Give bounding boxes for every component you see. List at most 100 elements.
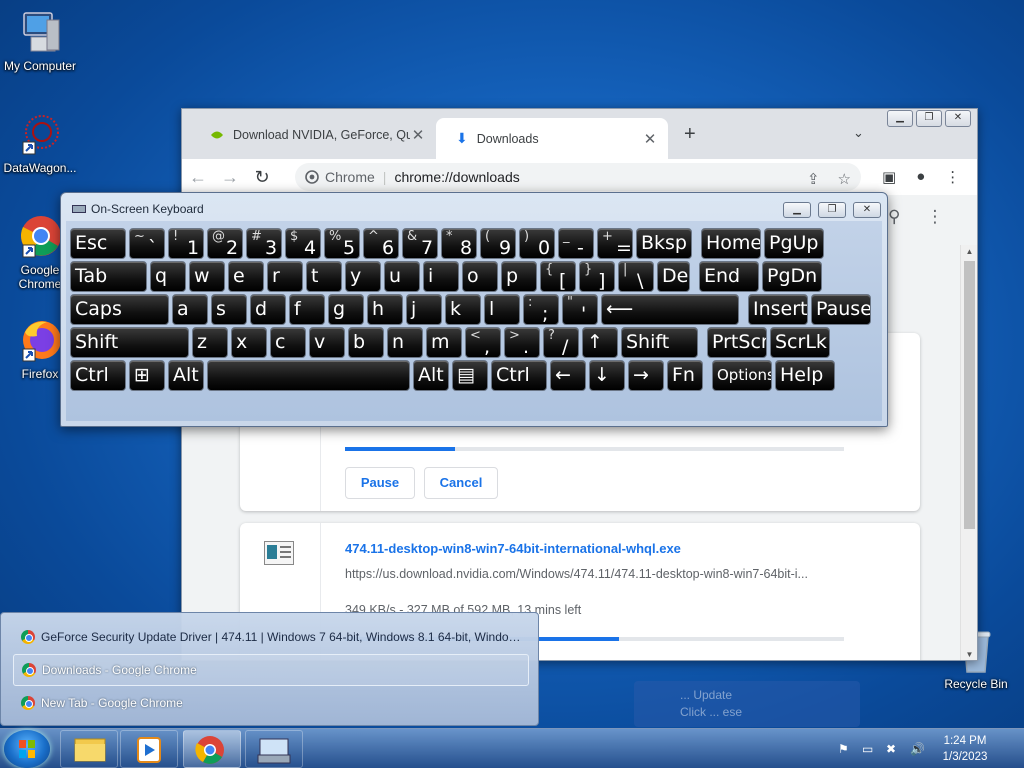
osk-key[interactable]: Ctrl (70, 360, 126, 391)
action-center-flag-icon[interactable]: ⚑ (838, 742, 854, 756)
osk-key[interactable]: x (231, 327, 267, 358)
osk-key[interactable]: * 8 (441, 228, 477, 259)
jumplist-item[interactable]: New Tab - Google Chrome (13, 687, 529, 719)
osk-maximize-button[interactable]: ❐ (818, 202, 846, 218)
osk-key[interactable]: Bksp (636, 228, 692, 259)
osk-key[interactable]: & 7 (402, 228, 438, 259)
osk-key[interactable]: ↑ (582, 327, 618, 358)
osk-key[interactable]: }] (579, 261, 615, 292)
tab-nvidia[interactable]: Download NVIDIA, GeForce, Qua ✕ (190, 118, 436, 151)
osk-key[interactable]: ⟵ (601, 294, 739, 325)
more-actions-icon[interactable]: ⋮ (926, 207, 943, 227)
osk-key[interactable]: d (250, 294, 286, 325)
back-button[interactable]: ← (182, 167, 214, 188)
osk-key[interactable]: h (367, 294, 403, 325)
osk-key[interactable]: Alt (168, 360, 204, 391)
close-window-button[interactable]: ✕ (945, 110, 971, 127)
scroll-down-arrow-icon[interactable]: ▼ (961, 650, 977, 659)
osk-key[interactable]: e (228, 261, 264, 292)
osk-key[interactable]: o (462, 261, 498, 292)
osk-key[interactable]: u (384, 261, 420, 292)
osk-key[interactable]: @2 (207, 228, 243, 259)
jumplist-item[interactable]: Downloads - Google Chrome (13, 654, 529, 686)
osk-key[interactable]: ← (550, 360, 586, 391)
osk-key[interactable]: i (423, 261, 459, 292)
taskbar-osk-button[interactable] (245, 730, 303, 768)
osk-key[interactable]: " ' (562, 294, 598, 325)
osk-key[interactable]: PrtScn (707, 327, 767, 358)
search-icon[interactable]: ⚲ (888, 207, 900, 227)
taskbar-explorer-button[interactable] (60, 730, 118, 768)
osk-key[interactable]: _ - (558, 228, 594, 259)
osk-key[interactable]: v (309, 327, 345, 358)
share-icon[interactable]: ⇪ (807, 170, 820, 188)
osk-key[interactable]: ! 1 (168, 228, 204, 259)
osk-key[interactable]: PgDn (762, 261, 822, 292)
scroll-up-arrow-icon[interactable]: ▲ (961, 247, 977, 256)
network-icon[interactable]: ▭ (862, 742, 878, 756)
osk-key[interactable]: Tab (70, 261, 147, 292)
desktop-icon-my-computer[interactable]: My Computer (0, 10, 80, 73)
minimize-button[interactable]: ▁ (887, 110, 913, 127)
cancel-button[interactable]: Cancel (424, 467, 498, 499)
osk-key[interactable]: :; (523, 294, 559, 325)
vertical-scrollbar[interactable]: ▲ ▼ (960, 245, 977, 660)
osk-key[interactable]: {[ (540, 261, 576, 292)
bookmark-star-icon[interactable]: ☆ (838, 170, 851, 188)
osk-key[interactable]: <, (465, 327, 501, 358)
osk-key[interactable]: $4 (285, 228, 321, 259)
osk-key[interactable]: % 5 (324, 228, 360, 259)
osk-title-bar[interactable]: On-Screen Keyboard ▁ ❐ ✕ (61, 193, 887, 221)
osk-key[interactable]: Options (712, 360, 772, 391)
osk-key[interactable]: c (270, 327, 306, 358)
osk-key[interactable]: End (699, 261, 759, 292)
scrollbar-thumb[interactable] (964, 261, 975, 529)
osk-key[interactable]: w (189, 261, 225, 292)
osk-key[interactable]: Shift (621, 327, 698, 358)
osk-key[interactable]: Shift (70, 327, 189, 358)
osk-key[interactable]: ↓ (589, 360, 625, 391)
osk-key[interactable]: Esc (70, 228, 126, 259)
close-icon[interactable]: ✕ (642, 130, 658, 148)
osk-key[interactable]: Pause (811, 294, 871, 325)
notification-toast[interactable]: ... Update Click ... ese (634, 681, 860, 727)
taskbar-chrome-button[interactable] (183, 730, 241, 768)
desktop-icon-datawagon[interactable]: DataWagon... (0, 112, 80, 175)
osk-key[interactable]: ⊞ (129, 360, 165, 391)
osk-key[interactable]: f (289, 294, 325, 325)
osk-key[interactable]: q (150, 261, 186, 292)
osk-key[interactable]: r (267, 261, 303, 292)
osk-key[interactable]: Help (775, 360, 835, 391)
osk-key[interactable]: j (406, 294, 442, 325)
osk-key[interactable]: Home (701, 228, 761, 259)
profile-avatar-icon[interactable]: ● (916, 168, 925, 186)
new-tab-button[interactable]: + (684, 123, 696, 146)
reload-button[interactable]: ↻ (246, 167, 278, 188)
jumplist-item[interactable]: GeForce Security Update Driver | 474.11 … (13, 621, 529, 653)
osk-key[interactable]: ScrLk (770, 327, 830, 358)
osk-key[interactable]: Ctrl (491, 360, 547, 391)
start-button[interactable] (4, 730, 50, 768)
pause-button[interactable]: Pause (345, 467, 415, 499)
more-menu-icon[interactable]: ⋮ (945, 168, 960, 186)
tab-downloads[interactable]: ⬇ Downloads ✕ (436, 118, 668, 159)
osk-key[interactable]: k (445, 294, 481, 325)
osk-key[interactable]: s (211, 294, 247, 325)
osk-key[interactable]: ) 0 (519, 228, 555, 259)
osk-key[interactable]: Caps (70, 294, 169, 325)
osk-key[interactable]: p (501, 261, 537, 292)
osk-key[interactable]: a (172, 294, 208, 325)
osk-key[interactable]: n (387, 327, 423, 358)
osk-key[interactable]: Fn (667, 360, 703, 391)
address-bar[interactable]: Chrome | chrome://downloads ⇪ ☆ (295, 163, 861, 191)
osk-key[interactable]: | \ (618, 261, 654, 292)
volume-icon[interactable]: 🔊 (910, 742, 926, 756)
osk-key[interactable]: ~ ` (129, 228, 165, 259)
forward-button[interactable]: → (214, 167, 246, 188)
clock[interactable]: 1:24 PM 1/3/2023 (930, 733, 1000, 765)
osk-key[interactable]: ? / (543, 327, 579, 358)
osk-key[interactable]: PgUp (764, 228, 824, 259)
osk-key[interactable]: g (328, 294, 364, 325)
osk-key[interactable]: Insert (748, 294, 808, 325)
osk-key[interactable]: >. (504, 327, 540, 358)
